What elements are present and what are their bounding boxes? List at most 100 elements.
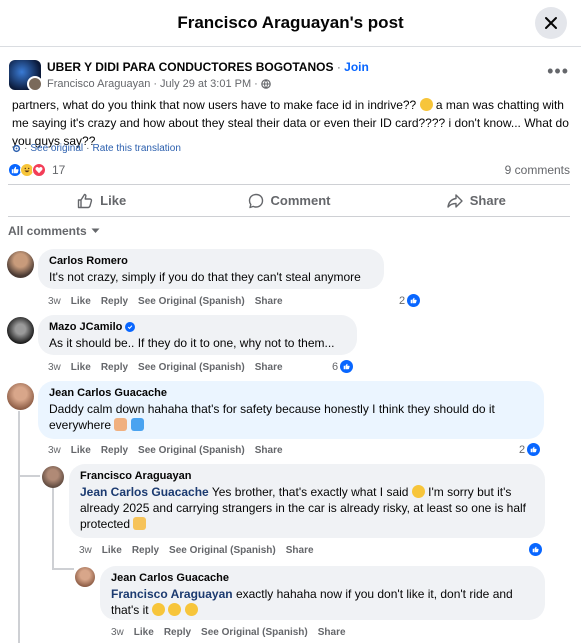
see-original-link[interactable]: See original xyxy=(30,143,83,154)
comment-time[interactable]: 3w xyxy=(48,296,61,307)
see-original-link[interactable]: See Original (Spanish) xyxy=(138,296,245,307)
like-link[interactable]: Like xyxy=(71,362,91,373)
laughing-emoji-icon xyxy=(151,603,165,616)
comment-actions: 3w Like Reply See Original (Spanish) Sha… xyxy=(48,362,283,373)
comments-count[interactable]: 9 comments xyxy=(505,163,570,177)
share-link[interactable]: Share xyxy=(255,362,283,373)
separator: · xyxy=(254,78,258,90)
dialog-header: Francisco Araguayan's post xyxy=(0,0,581,47)
close-button[interactable] xyxy=(535,7,567,39)
comment-actions: 3w Like Reply See Original (Spanish) Sha… xyxy=(48,296,283,307)
hand-emoji-icon xyxy=(133,517,147,530)
thread-line xyxy=(52,488,54,568)
like-reaction-icon xyxy=(527,443,541,456)
separator: · xyxy=(153,78,158,90)
see-original-link[interactable]: See Original (Spanish) xyxy=(201,627,308,638)
like-link[interactable]: Like xyxy=(71,445,91,456)
author-name[interactable]: Francisco Araguayan xyxy=(47,78,150,90)
avatar[interactable] xyxy=(7,317,34,344)
reply-link[interactable]: Reply xyxy=(101,445,128,456)
comment-author[interactable]: Francisco Araguayan xyxy=(80,470,534,482)
comment-author[interactable]: Carlos Romero xyxy=(49,255,373,267)
comment-button[interactable]: Comment xyxy=(195,185,382,216)
comment-author[interactable]: Mazo JCamilo xyxy=(49,321,122,333)
mention-link[interactable]: Francisco Araguayan xyxy=(111,587,233,601)
reaction-count: 2 xyxy=(399,294,406,307)
reply-link[interactable]: Reply xyxy=(164,627,191,638)
comment-bubble: Jean Carlos Guacache Francisco Araguayan… xyxy=(100,566,545,620)
share-button[interactable]: Share xyxy=(383,185,570,216)
share-link[interactable]: Share xyxy=(286,545,314,556)
separator: · xyxy=(336,60,341,74)
thread-connector xyxy=(18,475,40,477)
like-reaction-icon xyxy=(407,294,421,307)
comment-bubble: Carlos Romero It's not crazy, simply if … xyxy=(38,249,384,289)
globe-icon xyxy=(260,79,271,89)
avatar[interactable] xyxy=(7,383,34,410)
reply-link[interactable]: Reply xyxy=(101,362,128,373)
reply-link[interactable]: Reply xyxy=(132,545,159,556)
mention-link[interactable]: Jean Carlos Guacache xyxy=(80,485,209,499)
comment-text: Yes brother, that's exactly what I said xyxy=(211,485,409,499)
post-date[interactable]: July 29 at 3:01 PM xyxy=(160,78,251,90)
grin-emoji-icon xyxy=(411,485,425,498)
comment-actions: 3w Like Reply See Original (Spanish) Sha… xyxy=(79,545,314,556)
gear-icon xyxy=(12,144,21,153)
comment-author[interactable]: Jean Carlos Guacache xyxy=(49,387,533,399)
comment-author[interactable]: Jean Carlos Guacache xyxy=(111,572,534,584)
post-action-bar: Like Comment Share xyxy=(8,184,570,217)
thumbs-up-icon xyxy=(77,193,93,208)
see-original-link[interactable]: See Original (Spanish) xyxy=(138,445,245,456)
share-link[interactable]: Share xyxy=(255,445,283,456)
post-text-part1: partners, what do you think that now use… xyxy=(12,98,417,112)
see-original-link[interactable]: See Original (Spanish) xyxy=(138,362,245,373)
comments-filter-label: All comments xyxy=(8,224,87,238)
like-link[interactable]: Like xyxy=(71,296,91,307)
author-avatar[interactable] xyxy=(27,76,41,90)
like-reaction-icon xyxy=(529,543,542,556)
group-name-link[interactable]: UBER Y DIDI PARA CONDUCTORES BOGOTANOS xyxy=(47,60,333,74)
reaction-icons[interactable] xyxy=(8,163,46,177)
comment-actions: 3w Like Reply See Original (Spanish) Sha… xyxy=(111,627,346,638)
share-link[interactable]: Share xyxy=(255,296,283,307)
post-text: partners, what do you think that now use… xyxy=(12,96,570,150)
close-icon xyxy=(545,17,557,29)
post-meta: Francisco Araguayan · July 29 at 3:01 PM… xyxy=(47,78,271,90)
thread-line xyxy=(18,411,20,643)
laughing-emoji-icon xyxy=(184,603,198,616)
shrug-emoji-icon xyxy=(114,418,128,431)
comment-bubble: Jean Carlos Guacache Daddy calm down hah… xyxy=(38,381,544,439)
group-avatar[interactable] xyxy=(9,60,41,90)
reaction-count: 6 xyxy=(332,360,339,373)
avatar[interactable] xyxy=(42,466,64,488)
like-link[interactable]: Like xyxy=(102,545,122,556)
group-name-line: UBER Y DIDI PARA CONDUCTORES BOGOTANOS ·… xyxy=(47,60,369,74)
translation-links: · See original · Rate this translation xyxy=(12,143,181,154)
reaction-count[interactable]: 17 xyxy=(52,163,65,177)
like-button[interactable]: Like xyxy=(8,185,195,216)
more-options-icon[interactable]: ••• xyxy=(547,62,569,80)
share-link[interactable]: Share xyxy=(318,627,346,638)
separator: · xyxy=(86,143,90,154)
rate-translation-link[interactable]: Rate this translation xyxy=(93,143,181,154)
male-sign-emoji-icon xyxy=(130,418,144,431)
comments-filter-dropdown[interactable]: All comments xyxy=(8,224,100,238)
separator: · xyxy=(24,143,28,154)
comment-reactions[interactable]: 6 xyxy=(332,360,354,373)
comment-reactions[interactable]: 2 xyxy=(519,443,541,456)
comment-time[interactable]: 3w xyxy=(79,545,92,556)
avatar[interactable] xyxy=(75,567,95,587)
comment-time[interactable]: 3w xyxy=(48,445,61,456)
like-reaction-icon xyxy=(340,360,354,373)
see-original-link[interactable]: See Original (Spanish) xyxy=(169,545,276,556)
reaction-count: 2 xyxy=(519,443,526,456)
comment-time[interactable]: 3w xyxy=(48,362,61,373)
join-link[interactable]: Join xyxy=(344,60,369,74)
avatar[interactable] xyxy=(7,251,34,278)
like-link[interactable]: Like xyxy=(134,627,154,638)
comment-text: It's not crazy, simply if you do that th… xyxy=(49,270,361,284)
reply-link[interactable]: Reply xyxy=(101,296,128,307)
comment-reactions[interactable]: 2 xyxy=(399,294,421,307)
comment-reactions[interactable] xyxy=(529,543,542,556)
comment-time[interactable]: 3w xyxy=(111,627,124,638)
